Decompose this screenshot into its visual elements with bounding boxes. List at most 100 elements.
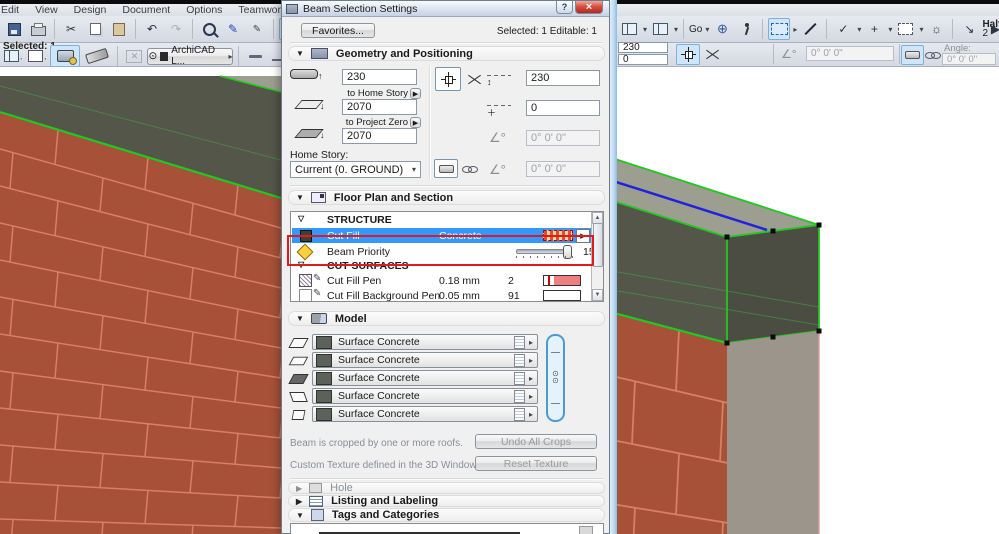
surface-bottom-button[interactable]: Surface Concrete ▸ xyxy=(312,388,538,404)
scroll-down-icon[interactable]: ▼ xyxy=(592,289,603,301)
find-select-button[interactable] xyxy=(198,18,220,40)
save-icon xyxy=(7,22,21,36)
favorites-flyout-button[interactable]: , xyxy=(26,45,48,67)
save-button[interactable] xyxy=(3,18,25,40)
toolbar-overflow-button[interactable]: ▶ xyxy=(989,18,999,40)
magic-wand-button[interactable]: ☼ xyxy=(925,18,947,40)
infobox-slant-field[interactable]: 0° 0' 0" xyxy=(806,46,894,61)
reference-axis-button[interactable] xyxy=(461,67,487,91)
scrollbar-thumb[interactable] xyxy=(593,223,603,267)
section-tags-header[interactable]: ▼ Tags and Categories xyxy=(288,508,605,522)
section-geometry-header[interactable]: ▼ Geometry and Positioning xyxy=(288,46,605,61)
go-dropdown[interactable]: ▾ xyxy=(705,25,709,34)
undo-all-crops-button[interactable]: Undo All Crops xyxy=(475,434,597,449)
infobox-curved-beam-button[interactable] xyxy=(921,45,944,65)
section-floorplan-header[interactable]: ▼ Floor Plan and Section xyxy=(288,190,605,205)
tags-table-button-sliver xyxy=(579,526,593,534)
inject-parameters-button[interactable]: ✎ xyxy=(246,18,268,40)
layout-book-button[interactable] xyxy=(649,18,671,40)
infobox-height-field[interactable]: 230 xyxy=(618,42,668,53)
3d-view-right[interactable] xyxy=(612,66,999,534)
trace-reference-button[interactable]: ↘ xyxy=(958,18,980,40)
line-tool-button[interactable] xyxy=(799,18,821,40)
view-settings-dropdown[interactable]: ▾ xyxy=(643,25,647,34)
add-selection-button[interactable]: + xyxy=(863,18,885,40)
suspend-groups-dropdown[interactable]: ▾ xyxy=(857,25,861,34)
line-type-button[interactable] xyxy=(244,45,266,67)
surface-swatch xyxy=(316,371,332,385)
surface-name: Surface Concrete xyxy=(338,354,420,366)
tags-table-partial xyxy=(290,523,604,534)
to-project-zero-flyout[interactable]: ▶ xyxy=(410,117,421,128)
layer-quick-button[interactable]: ⊙ ArchiCAD L... ▸ xyxy=(147,45,234,67)
to-home-story-link[interactable]: to Home Story xyxy=(322,88,408,99)
surface-end-button[interactable]: Surface Concrete ▸ xyxy=(312,406,538,422)
orbit-button[interactable]: ⊕ xyxy=(711,18,733,40)
pen-weight: 0.05 mm xyxy=(439,290,480,302)
redo-button[interactable]: ↷ xyxy=(165,18,187,40)
pick-up-parameters-button[interactable]: ✎ xyxy=(222,18,244,40)
stretch-disabled-button[interactable]: ✕ xyxy=(123,45,145,67)
bottom-elevation-field[interactable]: 2070 xyxy=(342,128,417,144)
copy-button[interactable] xyxy=(84,18,106,40)
section-hole-header[interactable]: ▶ Hole xyxy=(288,482,605,494)
undo-button[interactable]: ↶ xyxy=(141,18,163,40)
menu-view[interactable]: View xyxy=(27,4,66,16)
top-elevation-field[interactable]: 2070 xyxy=(342,99,417,115)
menu-design[interactable]: Design xyxy=(66,4,115,16)
anchor-point-button[interactable] xyxy=(435,67,461,91)
beam-offset-field[interactable]: 0 xyxy=(526,100,600,116)
print-button[interactable] xyxy=(27,18,49,40)
dialog-close-button[interactable]: × xyxy=(575,1,603,14)
straight-beam-button[interactable] xyxy=(434,159,458,178)
edit-elements-dropdown[interactable]: ▾ xyxy=(919,25,923,34)
menu-options[interactable]: Options xyxy=(178,4,230,16)
cut-button[interactable]: ✂ xyxy=(60,18,82,40)
surface-top-button[interactable]: Surface Concrete ▸ xyxy=(312,352,538,368)
infobox-angle-field[interactable]: 0° 0' 0" xyxy=(942,53,996,65)
dialog-help-button[interactable]: ? xyxy=(556,1,573,14)
to-home-story-flyout[interactable]: ▶ xyxy=(410,88,421,99)
structure-group-row[interactable]: ▽ STRUCTURE xyxy=(292,214,594,227)
section-model-header[interactable]: ▼ Model xyxy=(288,311,605,326)
pen-color-swatch[interactable] xyxy=(543,290,581,301)
cut-fill-pen-row[interactable]: ✎ Cut Fill Pen 0.18 mm 2 xyxy=(292,273,594,288)
add-selection-dropdown[interactable]: ▾ xyxy=(888,25,892,34)
surface-left-button[interactable]: Surface Concrete ▸ xyxy=(312,334,538,350)
menu-document[interactable]: Document xyxy=(114,4,178,16)
go-menu[interactable]: Go xyxy=(689,24,702,35)
beam-height-field[interactable]: 230 xyxy=(342,69,417,85)
surface-chain-toggle[interactable]: ⊙ ⊙ xyxy=(546,334,565,422)
rotation-angle-field[interactable]: 0° 0' 0" xyxy=(526,161,600,177)
explore-walk-button[interactable] xyxy=(735,18,757,40)
to-project-zero-link[interactable]: to Project Zero xyxy=(316,117,408,128)
beam-tool-button[interactable] xyxy=(82,45,112,67)
override-doc-icon xyxy=(513,407,525,421)
reset-texture-button[interactable]: Reset Texture xyxy=(475,456,597,471)
section-listing-header[interactable]: ▶ Listing and Labeling xyxy=(288,495,605,507)
slant-angle-field[interactable]: 0° 0' 0" xyxy=(526,130,600,146)
surface-side-button[interactable]: Surface Concrete ▸ xyxy=(312,370,538,386)
paste-button[interactable] xyxy=(108,18,130,40)
menu-edit[interactable]: Edit xyxy=(0,4,27,16)
edit-elements-button[interactable] xyxy=(894,18,916,40)
favorites-button[interactable]: Favorites... xyxy=(301,23,375,38)
surface-painter-button[interactable] xyxy=(50,45,81,67)
marquee-tool-button[interactable] xyxy=(768,18,791,40)
infobox-mirror-button[interactable] xyxy=(700,44,724,65)
view-settings-button[interactable] xyxy=(618,18,640,40)
suspend-groups-button[interactable]: ✓ xyxy=(832,18,854,40)
floorplan-section-icon xyxy=(310,192,326,203)
home-story-dropdown[interactable]: Current (0. GROUND) ▾ xyxy=(290,161,421,178)
3d-view-left[interactable] xyxy=(0,66,281,534)
infobox-anchor-button[interactable] xyxy=(676,44,700,65)
infobox-elevation-field[interactable]: 0 xyxy=(618,54,668,65)
cut-fill-bg-pen-row[interactable]: ✎ Cut Fill Background Pen 0.05 mm 91 xyxy=(292,288,594,302)
beam-width-field[interactable]: 230 xyxy=(526,70,600,86)
curved-beam-button[interactable] xyxy=(457,159,481,178)
settings-flyout-button[interactable]: , xyxy=(2,45,24,67)
layout-book-dropdown[interactable]: ▾ xyxy=(674,25,678,34)
group-collapse-icon[interactable]: ▽ xyxy=(298,214,304,223)
pen-color-swatch[interactable] xyxy=(543,275,581,286)
marquee-flyout[interactable]: ▸ xyxy=(793,25,797,34)
